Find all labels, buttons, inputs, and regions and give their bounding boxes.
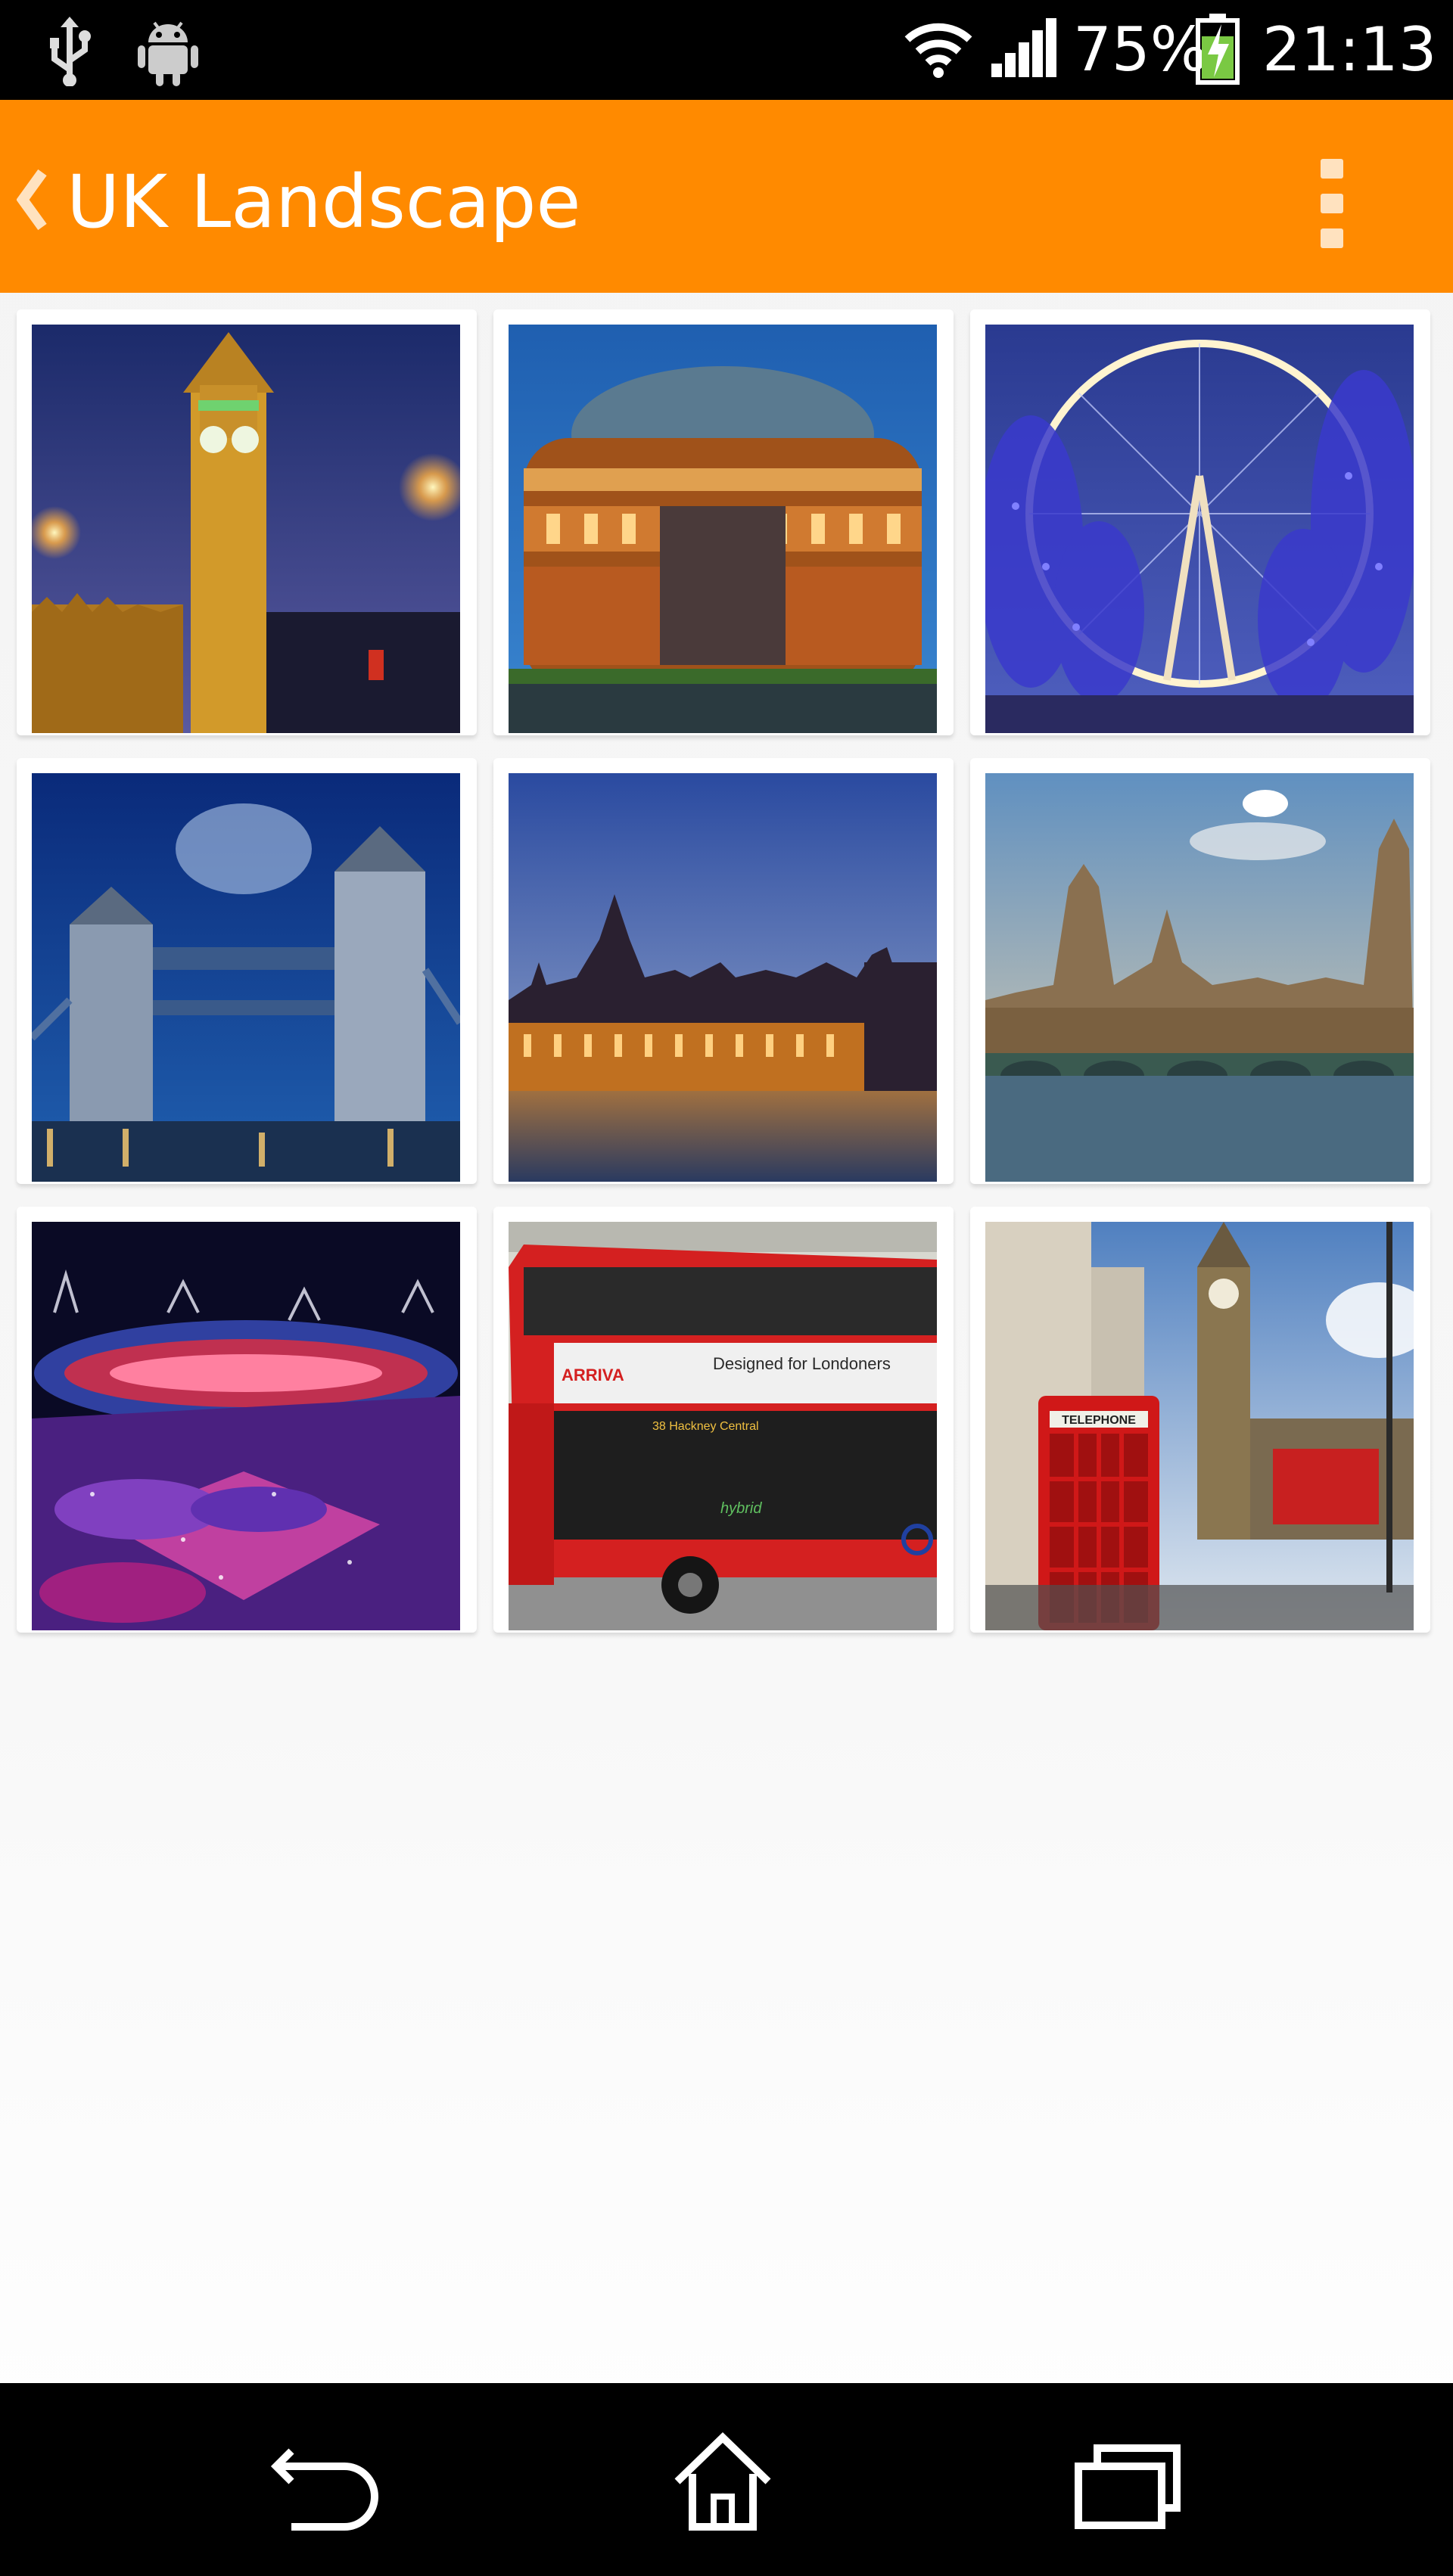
bus-brand-text: hybrid: [720, 1500, 762, 1517]
overflow-menu-icon[interactable]: [1313, 159, 1351, 250]
status-bar: 75% 21:13: [0, 0, 1453, 100]
usb-icon: [47, 17, 92, 90]
bus-ad-text: Designed for Londoners: [713, 1354, 891, 1373]
wifi-icon: [904, 18, 972, 82]
cell-signal-icon: [991, 18, 1056, 82]
photo-red-bus: ARRIVA Designed for Londoners 38 Hackney…: [509, 1222, 937, 1630]
photo-royal-albert-hall: [509, 325, 937, 733]
gallery-item-big-ben[interactable]: [17, 309, 477, 735]
bus-route-text: 38 Hackney Central: [652, 1420, 759, 1433]
telephone-sign-text: TELEPHONE: [1062, 1414, 1136, 1427]
battery-percent: 75%: [1073, 14, 1208, 85]
gallery-item-london-eye[interactable]: [970, 309, 1430, 735]
gallery-item-westminster-bridge[interactable]: [970, 758, 1430, 1184]
back-chevron-icon[interactable]: [16, 169, 47, 234]
photo-tower-bridge: [32, 773, 460, 1182]
photo-london-eye: [985, 325, 1414, 733]
bus-operator-text: ARRIVA: [562, 1366, 624, 1384]
action-bar: UK Landscape: [0, 100, 1453, 293]
android-debug-icon: [138, 20, 198, 90]
gallery-item-tower-bridge[interactable]: [17, 758, 477, 1184]
photo-grid: ARRIVA Designed for Londoners 38 Hackney…: [0, 293, 1453, 1655]
navigation-bar: [0, 2383, 1453, 2576]
photo-telephone-box: TELEPHONE: [985, 1222, 1414, 1630]
photo-houses-of-parliament: [509, 773, 937, 1182]
photo-big-ben: [32, 325, 460, 733]
recent-apps-icon[interactable]: [1056, 2421, 1207, 2542]
gallery-item-houses-of-parliament[interactable]: [493, 758, 954, 1184]
back-icon[interactable]: [246, 2421, 397, 2542]
battery-charging-icon: [1196, 14, 1240, 89]
clock: 21:13: [1262, 14, 1437, 85]
gallery-item-olympic-stadium[interactable]: [17, 1207, 477, 1633]
home-icon[interactable]: [647, 2421, 798, 2542]
gallery-item-royal-albert-hall[interactable]: [493, 309, 954, 735]
photo-olympic-stadium: [32, 1222, 460, 1630]
gallery-item-red-bus[interactable]: ARRIVA Designed for Londoners 38 Hackney…: [493, 1207, 954, 1633]
gallery-item-telephone-box[interactable]: TELEPHONE: [970, 1207, 1430, 1633]
page-title[interactable]: UK Landscape: [67, 160, 580, 244]
photo-westminster-bridge: [985, 773, 1414, 1182]
